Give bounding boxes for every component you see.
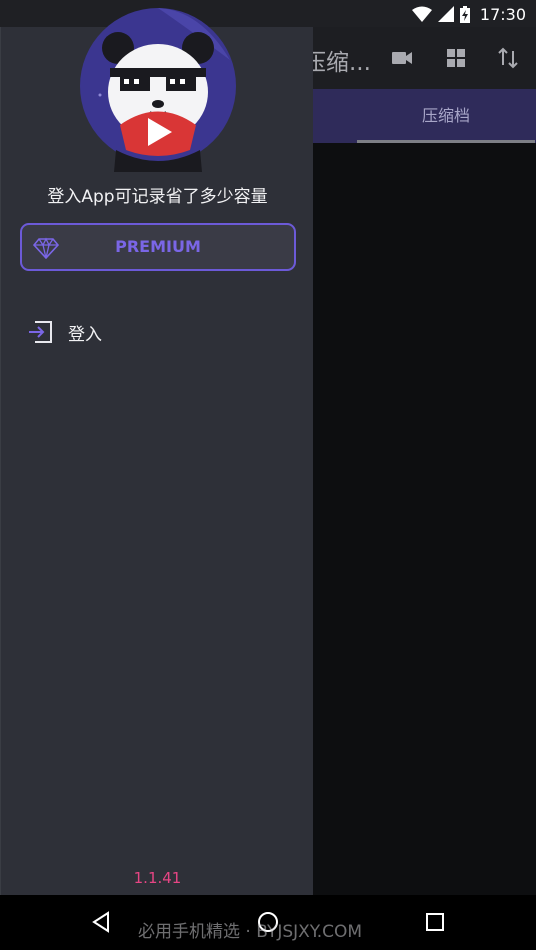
cellular-signal-icon	[437, 6, 454, 22]
menu-item-login[interactable]: 登入	[1, 312, 314, 352]
premium-button[interactable]: PREMIUM	[20, 223, 296, 271]
app-content-area	[313, 143, 536, 895]
status-time: 17:30	[479, 4, 526, 24]
status-icons: 17:30	[411, 4, 526, 24]
watermark-text: 必用手机精选 · BYJSJXY.COM	[138, 922, 363, 942]
menu-item-login-label: 登入	[68, 325, 102, 345]
recents-icon[interactable]	[422, 909, 448, 935]
system-nav-bar: 必用手机精选 · BYJSJXY.COM	[0, 895, 536, 950]
login-prompt-text: 登入App可记录省了多少容量	[47, 187, 268, 207]
panda-logo-avatar	[80, 8, 236, 172]
app-toolbar: 压缩...	[303, 27, 536, 89]
navigation-drawer: 登入App可记录省了多少容量 PREMIUM 登入 1.1.41	[0, 8, 314, 895]
back-icon[interactable]	[88, 909, 114, 935]
wifi-icon	[411, 6, 432, 22]
app-version: 1.1.41	[133, 869, 182, 887]
login-icon	[29, 321, 52, 343]
grid-view-icon[interactable]	[444, 46, 468, 70]
sort-icon[interactable]	[496, 46, 520, 70]
premium-label: PREMIUM	[115, 237, 201, 256]
app-title: 压缩...	[303, 50, 371, 76]
battery-charging-icon	[459, 5, 470, 23]
app-tab-bar: 压缩档	[313, 89, 536, 143]
tab-compressed[interactable]: 压缩档	[357, 89, 535, 143]
video-camera-icon[interactable]	[390, 46, 414, 70]
